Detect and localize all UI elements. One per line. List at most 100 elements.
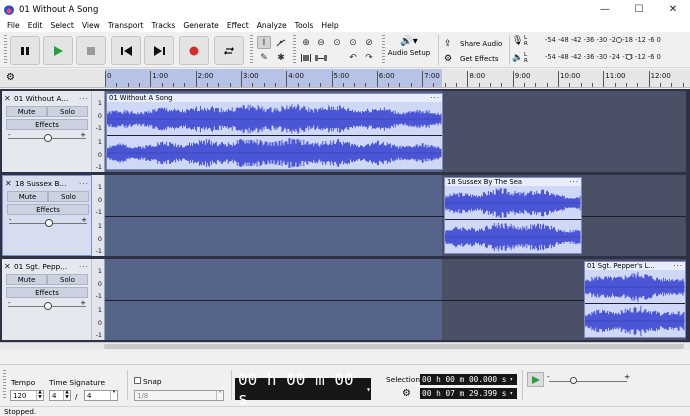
clip-menu-icon[interactable]: ···: [671, 262, 685, 270]
play-button[interactable]: [43, 36, 73, 65]
tools-grip[interactable]: [250, 35, 253, 65]
mute-button[interactable]: Mute: [7, 191, 48, 202]
tempo-input[interactable]: 120 ▲ ▼: [10, 390, 44, 401]
menu-help[interactable]: Help: [317, 19, 342, 32]
solo-button[interactable]: Solo: [48, 191, 89, 202]
track-menu-icon[interactable]: ···: [77, 262, 89, 271]
clip-header[interactable]: 18 Sussex By The Sea ···: [445, 178, 581, 186]
selection-start-display[interactable]: 00 h 00 m 00.000 s ▾: [420, 374, 517, 385]
play-speed-slider[interactable]: [549, 381, 627, 382]
snap-select[interactable]: 1/8 ▾: [134, 390, 224, 401]
track-lane[interactable]: 01 Sgt. Pepper's L... ···: [105, 259, 686, 340]
redo-icon[interactable]: ↷: [362, 51, 376, 64]
track-without-a-song[interactable]: ✕ 01 Without A... ··· Mute Solo Effects …: [2, 91, 686, 172]
track-sgt-peppers[interactable]: ✕ 01 Sgt. Pepp... ··· Mute Solo Effects …: [2, 259, 686, 340]
bottom-grip[interactable]: [3, 370, 6, 400]
gain-slider[interactable]: - +: [8, 131, 86, 143]
menu-tracks[interactable]: Tracks: [148, 19, 180, 32]
fit-selection-icon[interactable]: ⊙: [330, 36, 344, 49]
silence-audio-icon[interactable]: [314, 51, 328, 64]
track-sussex-by-the-sea[interactable]: ✕ 18 Sussex B... ··· Mute Solo Effects -…: [2, 175, 686, 256]
audio-clip[interactable]: 01 Without A Song ···: [106, 93, 443, 170]
track-menu-icon[interactable]: ···: [77, 94, 89, 103]
record-button[interactable]: [179, 36, 209, 65]
timeline-settings-icon[interactable]: ⚙: [6, 72, 15, 83]
fit-project-icon[interactable]: ⊙: [346, 36, 360, 49]
record-meter[interactable]: 🎙 LR: [512, 34, 534, 47]
zoom-out-icon[interactable]: ⊖: [314, 36, 328, 49]
play-at-speed-button[interactable]: [527, 372, 544, 387]
edit-grip[interactable]: [293, 35, 296, 65]
menu-view[interactable]: View: [78, 19, 104, 32]
skip-to-start-button[interactable]: [111, 36, 141, 65]
draw-tool-icon[interactable]: ✎: [257, 51, 271, 64]
loop-button[interactable]: [214, 36, 244, 65]
toolbar-grip[interactable]: [4, 35, 7, 65]
effects-button[interactable]: Effects: [6, 287, 88, 298]
get-effects-button[interactable]: ⚙ Get Effects: [444, 52, 506, 65]
skip-to-end-button[interactable]: [144, 36, 174, 65]
undo-icon[interactable]: ↶: [346, 51, 360, 64]
menu-file[interactable]: File: [3, 19, 24, 32]
effects-button[interactable]: Effects: [6, 119, 88, 130]
clip-menu-icon[interactable]: ···: [567, 178, 581, 186]
audio-position-display[interactable]: 00 h 00 m 00 s ▾: [235, 370, 371, 408]
gain-knob[interactable]: [44, 302, 52, 310]
track-menu-icon[interactable]: ···: [77, 179, 89, 188]
mute-button[interactable]: Mute: [6, 274, 47, 285]
effects-button[interactable]: Effects: [7, 204, 89, 215]
menu-effect[interactable]: Effect: [223, 19, 253, 32]
menu-tools[interactable]: Tools: [291, 19, 318, 32]
menu-generate[interactable]: Generate: [179, 19, 222, 32]
solo-button[interactable]: Solo: [47, 274, 88, 285]
maximize-button[interactable]: ☐: [622, 0, 656, 19]
tracks-area[interactable]: ✕ 01 Without A... ··· Mute Solo Effects …: [0, 89, 690, 342]
clip-header[interactable]: 01 Sgt. Pepper's L... ···: [585, 262, 685, 270]
selection-tool-icon[interactable]: I: [257, 36, 271, 49]
close-button[interactable]: ✕: [656, 0, 690, 19]
playback-meter[interactable]: 🔈 LR: [512, 51, 534, 64]
playback-volume-knob[interactable]: [626, 54, 632, 60]
track-name[interactable]: 18 Sussex B...: [15, 179, 77, 188]
solo-button[interactable]: Solo: [47, 106, 88, 117]
record-volume-knob[interactable]: [616, 37, 622, 43]
menu-edit[interactable]: Edit: [24, 19, 47, 32]
clip-menu-icon[interactable]: ···: [428, 94, 442, 102]
timeline-ruler[interactable]: ⚙ 0 1:00 2:00 3:00 4:00 5:00 6:00 7:00 8:00 9:00 1…: [0, 69, 690, 88]
menu-select[interactable]: Select: [46, 19, 77, 32]
scrollbar-thumb[interactable]: [104, 344, 684, 349]
mute-button[interactable]: Mute: [6, 106, 47, 117]
track-lane[interactable]: 18 Sussex By The Sea ···: [105, 175, 686, 256]
minimize-button[interactable]: —: [588, 0, 622, 19]
envelope-tool-icon[interactable]: [274, 36, 288, 49]
zoom-toggle-icon[interactable]: ⊘: [362, 36, 376, 49]
close-track-icon[interactable]: ✕: [4, 94, 14, 103]
audio-setup-button[interactable]: 🔊▾ Audio Setup: [384, 35, 434, 64]
horizontal-scrollbar[interactable]: [0, 342, 690, 350]
time-signature-numerator[interactable]: 4 ▲ ▼: [49, 390, 71, 401]
trim-audio-icon[interactable]: [299, 51, 313, 64]
multi-tool-icon[interactable]: ✱: [274, 51, 288, 64]
selection-end-display[interactable]: 00 h 07 m 29.399 s ▾: [420, 388, 517, 399]
track-lane[interactable]: 01 Without A Song ···: [105, 91, 686, 172]
zoom-in-icon[interactable]: ⊕: [299, 36, 313, 49]
share-audio-button[interactable]: ⇪ Share Audio: [444, 37, 506, 50]
selection-settings-icon[interactable]: ⚙: [402, 388, 411, 399]
gain-slider[interactable]: - +: [9, 216, 87, 228]
menu-analyze[interactable]: Analyze: [253, 19, 291, 32]
menu-transport[interactable]: Transport: [104, 19, 148, 32]
gain-knob[interactable]: [44, 134, 52, 142]
track-name[interactable]: 01 Sgt. Pepp...: [14, 262, 77, 271]
gain-knob[interactable]: [45, 219, 53, 227]
snap-checkbox[interactable]: [134, 377, 141, 384]
clip-header[interactable]: 01 Without A Song ···: [107, 94, 442, 102]
pause-button[interactable]: [10, 36, 40, 65]
gain-slider[interactable]: - +: [8, 299, 86, 311]
close-track-icon[interactable]: ✕: [5, 179, 15, 188]
audio-clip[interactable]: 18 Sussex By The Sea ···: [444, 177, 582, 254]
track-name[interactable]: 01 Without A...: [14, 94, 77, 103]
play-speed-knob[interactable]: [570, 377, 577, 384]
audio-clip[interactable]: 01 Sgt. Pepper's L... ···: [584, 261, 686, 338]
time-signature-denominator[interactable]: 4 ▾: [84, 390, 118, 401]
stop-button[interactable]: [76, 36, 106, 65]
